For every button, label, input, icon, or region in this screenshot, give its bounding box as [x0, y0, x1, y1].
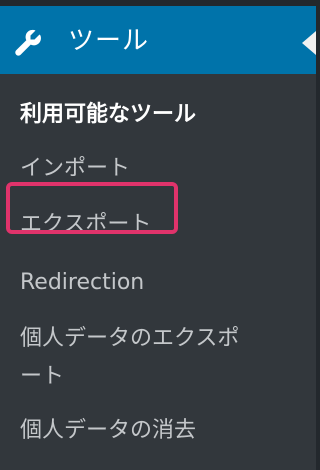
menu-title: ツール — [68, 26, 150, 56]
wrench-icon — [15, 29, 41, 56]
submenu-item-erase-personal-data[interactable]: 個人データの消去 — [20, 416, 196, 446]
tools-submenu: 利用可能なツール インポート エクスポート Redirection 個人データの… — [0, 74, 316, 470]
tools-menu-header[interactable]: ツール — [0, 6, 316, 74]
current-menu-arrow — [302, 31, 316, 55]
submenu-item-redirection[interactable]: Redirection — [20, 268, 144, 298]
submenu-item-import[interactable]: インポート — [20, 154, 130, 184]
submenu-item-available-tools[interactable]: 利用可能なツール — [20, 100, 196, 130]
submenu-item-export-personal-data-line2[interactable]: ート — [20, 362, 64, 392]
redirection-highlight-box — [6, 182, 178, 234]
submenu-item-export-personal-data[interactable]: 個人データのエクスポ — [20, 324, 239, 354]
